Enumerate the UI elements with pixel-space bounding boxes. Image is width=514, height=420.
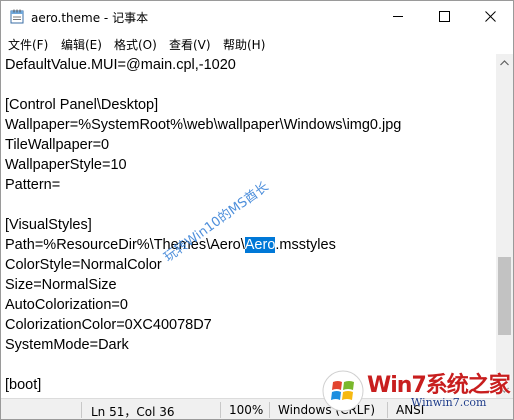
scroll-up-button[interactable] (496, 54, 513, 71)
vertical-scrollbar[interactable] (496, 54, 513, 398)
minimize-icon (392, 16, 403, 17)
editor-line: Wallpaper=%SystemRoot%\web\wallpaper\Win… (5, 117, 402, 133)
title-bar[interactable]: aero.theme - 记事本 (1, 1, 513, 32)
logo-url: Winwin7.com (411, 396, 487, 409)
status-divider (220, 402, 221, 418)
cursor-position: Ln 51，Col 36 (91, 405, 175, 419)
window-title: aero.theme - 记事本 (31, 11, 149, 25)
zoom-level: 100% (229, 403, 264, 417)
status-divider (81, 402, 82, 418)
chevron-up-icon (500, 59, 509, 65)
editor-line: [Control Panel\Desktop] (5, 97, 159, 113)
menu-file[interactable]: 文件(F) (8, 36, 48, 53)
menu-bar: 文件(F) 编辑(E) 格式(O) 查看(V) 帮助(H) (1, 32, 513, 54)
editor-line: Size=NormalSize (5, 277, 117, 293)
editor-line: DefaultValue.MUI=@main.cpl,-1020 (5, 57, 236, 73)
text-before-selection: Path=%ResourceDir%\Themes\Aero\ (5, 237, 245, 253)
text-editor[interactable]: DefaultValue.MUI=@main.cpl,-1020 [Contro… (1, 54, 496, 398)
menu-view[interactable]: 查看(V) (169, 36, 211, 53)
close-button[interactable] (467, 1, 513, 32)
text-after-selection: .msstyles (275, 237, 336, 253)
text-selection[interactable]: Aero (244, 237, 276, 253)
menu-help[interactable]: 帮助(H) (223, 36, 265, 53)
menu-format[interactable]: 格式(O) (114, 36, 157, 53)
notepad-icon (10, 9, 24, 24)
maximize-button[interactable] (421, 1, 467, 32)
site-logo: Win7系统之家 Winwin7.com (319, 365, 513, 417)
editor-line: ColorizationColor=0XC40078D7 (5, 317, 212, 333)
minimize-button[interactable] (375, 1, 421, 32)
editor-line: ColorStyle=NormalColor (5, 257, 162, 273)
editor-line: WallpaperStyle=10 (5, 157, 127, 173)
windows-orb-icon (322, 370, 364, 412)
editor-line: [VisualStyles] (5, 217, 92, 233)
editor-line: SystemMode=Dark (5, 337, 129, 353)
status-divider (269, 402, 270, 418)
notepad-window: aero.theme - 记事本 文件(F) 编辑(E) 格式(O) 查看(V)… (0, 0, 514, 420)
editor-line: TileWallpaper=0 (5, 137, 110, 153)
editor-line: AutoColorization=0 (5, 297, 128, 313)
editor-line: Pattern= (5, 177, 61, 193)
logo-brand: Win7系统之家 (367, 373, 511, 398)
close-icon (484, 11, 496, 22)
menu-edit[interactable]: 编辑(E) (61, 36, 102, 53)
scrollbar-thumb[interactable] (498, 257, 511, 335)
maximize-icon (438, 11, 450, 22)
editor-line: [boot] (5, 377, 42, 393)
